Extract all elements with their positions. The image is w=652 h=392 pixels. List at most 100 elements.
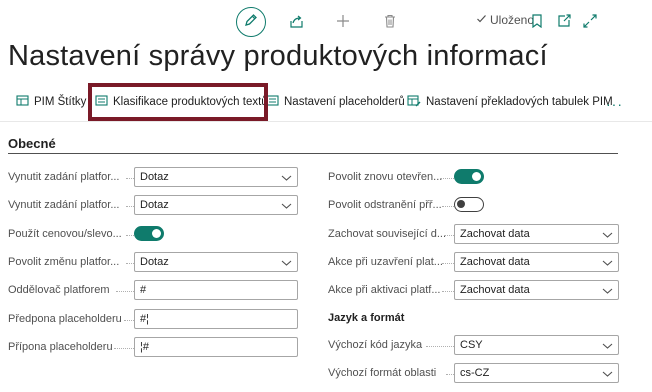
dots-leader — [126, 263, 134, 264]
action-label: PIM Štítky — [34, 96, 87, 108]
field-oddelovac-platforem: Oddělovač platforem # — [8, 280, 298, 300]
action-pim-stitky[interactable]: PIM Štítky — [16, 94, 86, 110]
bookmark-icon[interactable] — [529, 13, 545, 29]
chevron-down-icon — [602, 230, 613, 242]
more-actions-button[interactable]: ··· — [606, 96, 623, 112]
select-value: CSY — [460, 339, 483, 351]
select-value: Dotaz — [140, 199, 169, 211]
section-rule — [8, 153, 618, 154]
action-label: Nastavení překladových tabulek PIM — [426, 96, 613, 108]
dots-leader — [446, 374, 454, 375]
saved-label: Uloženo — [490, 13, 535, 27]
select-value: cs-CZ — [460, 367, 490, 379]
field-akce-pri-uzavreni: Akce při uzavření plat... Zachovat data — [328, 252, 620, 272]
toggle-knob — [457, 200, 465, 208]
dots-leader — [440, 178, 454, 179]
open-new-window-icon[interactable] — [556, 13, 572, 29]
field-label: Použít cenovou/slevo... — [8, 228, 122, 240]
edit-button[interactable] — [236, 7, 266, 37]
page-title: Nastavení správy produktových informací — [8, 40, 548, 72]
field-povolit-odstraneni: Povolit odstranění přř... — [328, 195, 620, 215]
action-translation-tables[interactable]: Nastavení překladových tabulek PIM — [407, 94, 613, 110]
field-label: Akce při uzavření plat... — [328, 256, 443, 268]
select-value: Dotaz — [140, 256, 169, 268]
field-label: Povolit odstranění přř... — [328, 199, 442, 211]
field-akce-pri-aktivaci: Akce při aktivaci platf... Zachovat data — [328, 280, 620, 300]
select-value: Zachovat data — [460, 284, 530, 296]
select-vynutit-zadani-1[interactable]: Dotaz — [134, 167, 298, 187]
field-pripona-placeholderu: Přípona placeholderu ¦# — [8, 337, 298, 357]
field-vychozi-format-oblasti: Výchozí formát oblasti cs-CZ — [328, 363, 620, 383]
dots-leader — [126, 178, 134, 179]
divider — [0, 121, 652, 122]
chevron-down-icon — [281, 201, 292, 213]
subsection-title: Jazyk a formát — [328, 312, 405, 324]
select-akce-pri-aktivaci[interactable]: Zachovat data — [454, 280, 619, 300]
add-icon[interactable] — [335, 13, 351, 29]
field-povolit-zmenu: Povolit změnu platfor... Dotaz — [8, 252, 298, 272]
field-label: Oddělovač platforem — [8, 284, 110, 296]
dots-leader — [114, 348, 134, 349]
field-povolit-znovu-otevreni: Povolit znovu otevřen... — [328, 167, 620, 187]
dots-leader — [126, 206, 134, 207]
action-label: Nastavení placeholderů — [284, 96, 405, 108]
field-label: Povolit znovu otevřen... — [328, 171, 443, 183]
dots-leader — [442, 206, 454, 207]
field-vychozi-kod-jazyka: Výchozí kód jazyka CSY — [328, 335, 620, 355]
chevron-down-icon — [602, 286, 613, 298]
action-placeholders[interactable]: Nastavení placeholderů — [266, 94, 405, 110]
share-icon[interactable] — [288, 13, 304, 29]
select-vychozi-format-oblasti[interactable]: cs-CZ — [454, 363, 619, 383]
chevron-down-icon — [602, 258, 613, 270]
field-pouzit-cenovou: Použít cenovou/slevo... — [8, 224, 298, 244]
field-label: Výchozí formát oblasti — [328, 367, 437, 379]
field-label: Výchozí kód jazyka — [328, 339, 423, 351]
input-pripona-placeholderu[interactable]: ¦# — [134, 337, 298, 357]
section-title[interactable]: Obecné — [8, 136, 56, 151]
input-predpona-placeholderu[interactable]: #¦ — [134, 309, 298, 329]
field-vynutit-zadani-1: Vynutit zadání platfor... Dotaz — [8, 167, 298, 187]
dots-leader — [124, 320, 134, 321]
field-label: Povolit změnu platfor... — [8, 256, 120, 268]
edit-icon — [244, 13, 258, 32]
top-toolbar: Uloženo — [0, 0, 652, 44]
field-label: Předpona placeholderu — [8, 313, 122, 325]
field-predpona-placeholderu: Předpona placeholderu #¦ — [8, 309, 298, 329]
dots-leader — [442, 263, 454, 264]
toggle-povolit-znovu-otevreni[interactable] — [454, 169, 484, 184]
highlight-box — [88, 83, 268, 121]
select-povolit-zmenu[interactable]: Dotaz — [134, 252, 298, 272]
toggle-povolit-odstraneni[interactable] — [454, 197, 484, 212]
dots-leader — [116, 291, 134, 292]
select-vynutit-zadani-2[interactable]: Dotaz — [134, 195, 298, 215]
field-label: Přípona placeholderu — [8, 341, 113, 353]
chevron-down-icon — [602, 369, 613, 381]
dots-leader — [126, 235, 134, 236]
select-akce-pri-uzavreni[interactable]: Zachovat data — [454, 252, 619, 272]
chevron-down-icon — [281, 173, 292, 185]
expand-icon[interactable] — [582, 13, 598, 29]
field-label: Vynutit zadání platfor... — [8, 199, 120, 211]
select-zachovat-souvisejici[interactable]: Zachovat data — [454, 224, 619, 244]
chevron-down-icon — [602, 341, 613, 353]
input-oddelovac-platforem[interactable]: # — [134, 280, 298, 300]
field-vynutit-zadani-2: Vynutit zadání platfor... Dotaz — [8, 195, 298, 215]
delete-icon[interactable] — [382, 13, 398, 29]
dots-leader — [444, 235, 454, 236]
select-value: Zachovat data — [460, 228, 530, 240]
saved-status: Uloženo — [476, 13, 534, 27]
field-zachovat-souvisejici: Zachovat související d... Zachovat data — [328, 224, 620, 244]
table-icon — [16, 94, 29, 110]
field-label: Vynutit zadání platfor... — [8, 171, 120, 183]
toggle-knob — [152, 229, 161, 238]
table-edit-icon — [407, 94, 421, 110]
chevron-down-icon — [281, 258, 292, 270]
field-label: Zachovat související d... — [328, 228, 446, 240]
field-label: Akce při aktivaci platf... — [328, 284, 441, 296]
select-vychozi-kod-jazyka[interactable]: CSY — [454, 335, 619, 355]
select-value: Zachovat data — [460, 256, 530, 268]
toggle-pouzit-cenovou[interactable] — [134, 226, 164, 241]
dots-leader — [426, 346, 454, 347]
checkmark-icon — [476, 13, 487, 27]
select-value: Dotaz — [140, 171, 169, 183]
